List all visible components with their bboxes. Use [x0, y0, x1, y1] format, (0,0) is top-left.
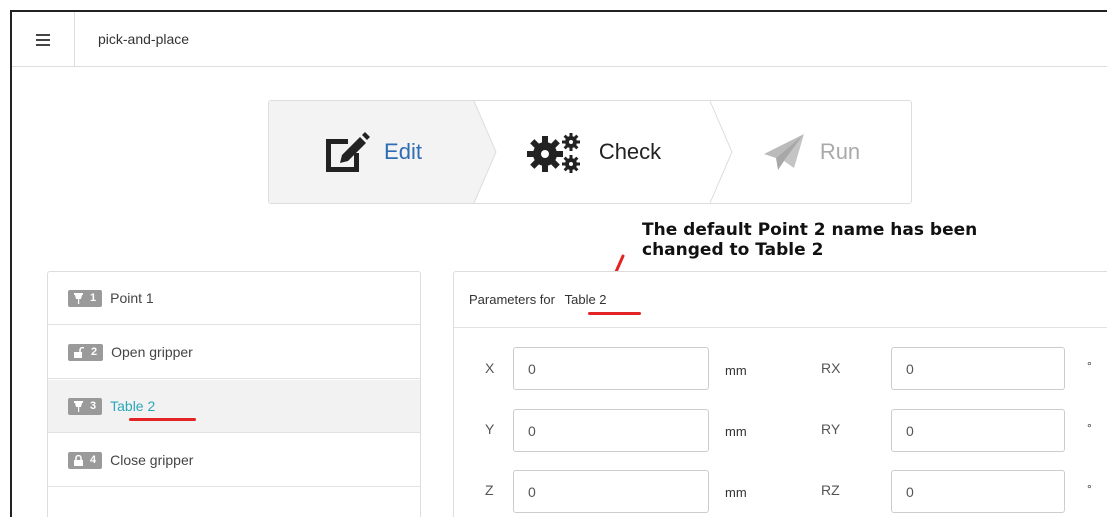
rz-label: RZ — [821, 482, 840, 498]
paper-plane-icon — [763, 134, 804, 170]
annotation-line-2: changed to Table 2 — [642, 240, 824, 260]
list-item[interactable]: 2 Open gripper — [48, 326, 420, 379]
z-unit: mm — [725, 485, 747, 500]
step-number: 1 — [90, 292, 97, 304]
parameters-panel: Parameters for Table 2 X mm RX ° Y mm RY… — [453, 271, 1107, 517]
list-item-label: Open gripper — [111, 344, 193, 360]
step-run-label: Run — [819, 139, 861, 164]
parameters-target-name: Table 2 — [564, 292, 607, 307]
program-list: 1 Point 1 2 Open gripper 3 Table 2 4 Clo… — [47, 271, 421, 517]
step-check-label: Check — [598, 139, 662, 164]
step-badge: 1 — [68, 289, 103, 307]
unlock-icon — [74, 346, 84, 358]
parameters-header: Parameters for Table 2 — [454, 272, 1107, 328]
app-frame: pick-and-place Edit Check Run The defaul… — [10, 10, 1107, 517]
list-item-label: Close gripper — [110, 452, 194, 468]
pin-icon — [74, 400, 83, 412]
pin-icon — [74, 292, 83, 304]
list-item[interactable]: 4 Close gripper — [48, 434, 420, 487]
step-number: 2 — [91, 346, 98, 358]
annotation-underline — [588, 312, 641, 315]
rx-unit: ° — [1087, 359, 1092, 373]
menu-button[interactable] — [12, 12, 75, 67]
step-run[interactable]: Run — [711, 101, 911, 203]
step-edit[interactable]: Edit — [269, 101, 475, 203]
list-item-label: Point 1 — [110, 290, 154, 306]
x-field[interactable] — [513, 347, 709, 390]
ry-unit: ° — [1087, 421, 1092, 435]
z-label: Z — [485, 482, 494, 498]
ry-field[interactable] — [891, 409, 1065, 452]
app-title: pick-and-place — [98, 31, 190, 47]
list-item-label: Table 2 — [110, 398, 156, 414]
x-label: X — [485, 360, 495, 376]
mode-stepper: Edit Check Run — [268, 100, 912, 204]
annotation-callout: The default Point 2 name has been change… — [642, 220, 977, 260]
lock-icon — [74, 454, 83, 466]
annotation-line-1: The default Point 2 name has been — [642, 220, 978, 240]
y-field[interactable] — [513, 409, 709, 452]
rx-field[interactable] — [891, 347, 1065, 390]
z-field[interactable] — [513, 470, 709, 513]
hamburger-icon — [36, 33, 50, 46]
edit-icon — [326, 132, 371, 172]
step-number: 3 — [90, 400, 97, 412]
top-bar: pick-and-place — [12, 12, 1107, 67]
step-edit-label: Edit — [384, 139, 422, 164]
list-item[interactable]: 3 Table 2 — [48, 380, 420, 433]
step-check[interactable]: Check — [475, 101, 711, 203]
y-label: Y — [485, 421, 495, 437]
step-number: 4 — [90, 454, 97, 466]
ry-label: RY — [821, 421, 841, 437]
y-unit: mm — [725, 424, 747, 439]
rx-label: RX — [821, 360, 841, 376]
annotation-underline — [129, 418, 196, 421]
step-badge: 4 — [68, 451, 103, 469]
rz-field[interactable] — [891, 470, 1065, 513]
x-unit: mm — [725, 363, 747, 378]
parameters-prefix: Parameters for — [469, 292, 555, 307]
rz-unit: ° — [1087, 482, 1092, 496]
step-badge: 2 — [68, 343, 104, 361]
list-item[interactable]: 1 Point 1 — [48, 272, 420, 325]
gears-icon — [526, 133, 580, 173]
step-badge: 3 — [68, 397, 103, 415]
